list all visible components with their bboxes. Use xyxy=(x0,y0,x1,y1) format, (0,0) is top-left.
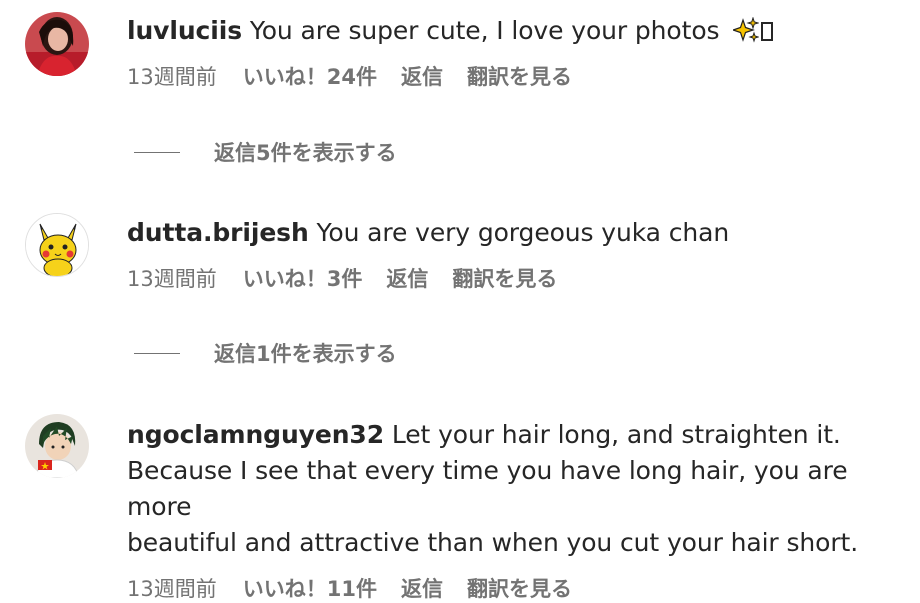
comment-username[interactable]: ngoclamnguyen32 xyxy=(127,420,384,449)
reply-button[interactable]: 返信 xyxy=(401,61,443,91)
comment-body-line: Because I see that every time you have l… xyxy=(127,456,848,521)
translate-button[interactable]: 翻訳を見る xyxy=(467,573,572,603)
comment-meta: 13週間前 いいね！24件 返信 翻訳を見る xyxy=(127,61,908,91)
comment-meta: 13週間前 いいね！11件 返信 翻訳を見る xyxy=(127,573,908,603)
avatar[interactable] xyxy=(25,414,89,478)
user-avatar-image xyxy=(26,214,88,276)
likes-count-link[interactable]: いいね！24件 xyxy=(243,61,377,91)
comment-username[interactable]: luvluciis xyxy=(127,16,242,45)
view-replies-label: 返信5件を表示する xyxy=(214,141,397,165)
reply-button[interactable]: 返信 xyxy=(401,573,443,603)
avatar[interactable] xyxy=(25,213,89,277)
comment-body-line: Let your hair long, and straighten it. xyxy=(391,420,841,449)
likes-count-link[interactable]: いいね！3件 xyxy=(243,263,363,293)
comment-body-line: beautiful and attractive than when you c… xyxy=(127,528,859,557)
comment-timestamp[interactable]: 13週間前 xyxy=(127,61,217,91)
comment-text: luvluciis You are super cute, I love you… xyxy=(127,13,908,49)
user-avatar-image xyxy=(25,414,89,478)
view-replies-button[interactable]: 返信5件を表示する xyxy=(134,137,397,167)
comment-text: dutta.brijesh You are very gorgeous yuka… xyxy=(127,215,908,251)
comment-timestamp[interactable]: 13週間前 xyxy=(127,263,217,293)
comment-timestamp[interactable]: 13週間前 xyxy=(127,573,217,603)
missing-glyph-icon xyxy=(761,22,774,41)
comment-body: You are very gorgeous yuka chan xyxy=(316,218,730,247)
translate-button[interactable]: 翻訳を見る xyxy=(452,263,557,293)
view-replies-label: 返信1件を表示する xyxy=(214,342,397,366)
translate-button[interactable]: 翻訳を見る xyxy=(467,61,572,91)
comment-body: You are super cute, I love your photos xyxy=(249,16,720,45)
sparkles-icon xyxy=(733,17,760,43)
view-replies-button[interactable]: 返信1件を表示する xyxy=(134,338,397,368)
comment-text: ngoclamnguyen32 Let your hair long, and … xyxy=(127,417,908,561)
avatar[interactable] xyxy=(25,12,89,76)
divider-line xyxy=(134,151,180,153)
divider-line xyxy=(134,352,180,354)
comment-meta: 13週間前 いいね！3件 返信 翻訳を見る xyxy=(127,263,908,293)
reply-button[interactable]: 返信 xyxy=(386,263,428,293)
likes-count-link[interactable]: いいね！11件 xyxy=(243,573,377,603)
comment-username[interactable]: dutta.brijesh xyxy=(127,218,309,247)
user-avatar-image xyxy=(25,12,89,76)
